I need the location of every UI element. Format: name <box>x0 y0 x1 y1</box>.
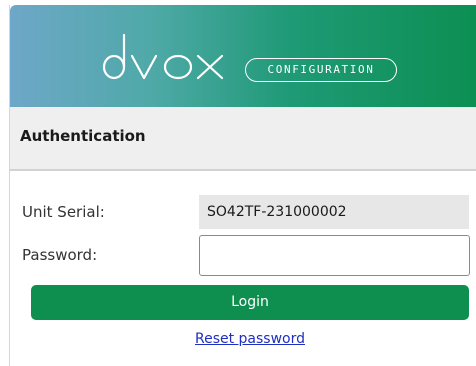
unit-serial-value: SO42TF-231000002 <box>199 195 469 229</box>
login-button[interactable]: Login <box>31 285 469 320</box>
password-input[interactable] <box>199 235 470 276</box>
configuration-badge: CONFIGURATION <box>245 58 397 82</box>
reset-password-link[interactable]: Reset password <box>10 331 476 347</box>
unit-serial-label: Unit Serial: <box>22 203 105 221</box>
auth-section-header: Authentication <box>10 107 476 171</box>
auth-title: Authentication <box>20 127 146 145</box>
password-label: Password: <box>22 246 98 264</box>
brand-banner: CONFIGURATION <box>10 5 476 107</box>
login-panel: CONFIGURATION Authentication Unit Serial… <box>9 5 476 366</box>
